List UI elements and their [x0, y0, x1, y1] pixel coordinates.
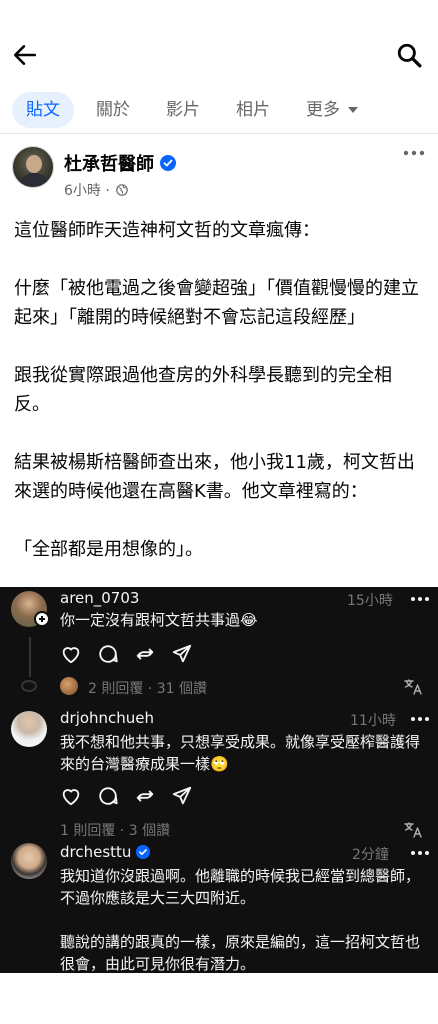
comment-time: 11小時: [350, 713, 396, 729]
more-options-icon: [411, 717, 429, 721]
post-paragraph: 「全部都是用想像的」。: [14, 539, 203, 560]
comment-username: drjohnchueh: [60, 709, 155, 727]
author-name[interactable]: 杜承哲醫師: [64, 150, 176, 176]
comment-bubble-icon: [99, 787, 118, 805]
comment-actions: [60, 643, 200, 667]
post-paragraph: 跟我從實際跟過他查房的外科學長聽到的完全相反。: [14, 365, 392, 415]
thread-loop-icon: [21, 680, 37, 692]
comment-actions: [60, 785, 200, 809]
avatar-body-shape: [19, 173, 49, 187]
comment-username-text: drchesttu: [60, 843, 132, 861]
share-icon: [172, 644, 192, 663]
embedded-comment-screenshot[interactable]: aren_0703 15小時 你一定沒有跟柯文哲共事過😂 2 則回覆 · 31 …: [0, 587, 438, 973]
repost-icon: [136, 648, 154, 660]
more-options-icon: [411, 851, 429, 855]
comment-text: 我知道你沒跟過啊。他離職的時候我已經當到總醫師，不過你應該是大三大四附近。: [60, 867, 421, 907]
post-paragraph: 這位醫師昨天造神柯文哲的文章瘋傳：: [14, 220, 320, 241]
commenter-avatar: [11, 843, 47, 879]
tab-more[interactable]: 更多: [306, 92, 358, 128]
translate-icon: [404, 679, 422, 695]
tab-about[interactable]: 關於: [96, 92, 130, 128]
tab-more-label: 更多: [306, 100, 340, 120]
comment-text: 你一定沒有跟柯文哲共事過😂: [60, 611, 258, 629]
post-paragraph: 結果被楊斯棓醫師查出來，他小我11歲，柯文哲出來選的時候他還在高醫K書。他文章裡…: [14, 452, 415, 502]
heart-icon: [62, 789, 80, 806]
post-body: 這位醫師昨天造神柯文哲的文章瘋傳： 什麼「被他電過之後會變超強」「價值觀慢慢的建…: [14, 216, 426, 593]
post-paragraph: 什麼「被他電過之後會變超強」「價值觀慢慢的建立起來」「離開的時候絕對不會忘記這段…: [14, 278, 419, 328]
share-icon: [172, 786, 192, 805]
comment-stats: 1 則回覆 · 3 個讚: [60, 823, 171, 839]
repost-icon: [136, 790, 154, 802]
globe-icon: [116, 184, 129, 196]
top-bar: [0, 0, 438, 80]
author-name-text: 杜承哲醫師: [64, 154, 154, 175]
comment-username: drchesttu: [60, 843, 151, 861]
follow-plus-icon: [34, 611, 50, 627]
page-tabs: 貼文 關於 影片 相片 更多: [0, 84, 438, 134]
comment-bubble-icon: [99, 645, 118, 663]
back-arrow-icon[interactable]: [12, 42, 38, 68]
verified-badge-icon: [136, 844, 151, 859]
thread-line: [29, 637, 31, 677]
translate-icon: [404, 822, 422, 838]
avatar-face-shape: [26, 155, 42, 173]
comment-text: 聽說的講的跟真的一樣，原來是編的，這一招柯文哲也很會，由此可見你很有潛力。: [60, 933, 421, 973]
comment-text: 我不想和他共事，只想享受成果。就像享受壓榨醫護得來的台灣醫療成果一樣🙄: [60, 733, 421, 773]
verified-badge-icon: [160, 155, 176, 171]
comment-stats: 2 則回覆 · 31 個讚: [88, 681, 207, 697]
post-header: 杜承哲醫師 6小時 ·: [0, 140, 438, 208]
post-time: 6小時 ·: [64, 183, 110, 199]
author-avatar[interactable]: [12, 146, 54, 188]
commenter-avatar: [11, 711, 47, 747]
more-options-icon[interactable]: [402, 146, 426, 160]
comment-time: 15小時: [347, 593, 393, 609]
tab-photos[interactable]: 相片: [236, 92, 270, 128]
reply-avatars: [60, 677, 78, 695]
heart-icon: [62, 647, 80, 664]
chevron-down-icon: [348, 107, 358, 113]
comment-username: aren_0703: [60, 589, 140, 607]
post-meta: 6小時 ·: [64, 180, 129, 200]
search-icon[interactable]: [396, 42, 422, 68]
comment-time: 2分鐘: [352, 847, 389, 863]
more-options-icon: [411, 597, 429, 601]
tab-videos[interactable]: 影片: [166, 92, 200, 128]
tab-posts[interactable]: 貼文: [12, 92, 74, 128]
